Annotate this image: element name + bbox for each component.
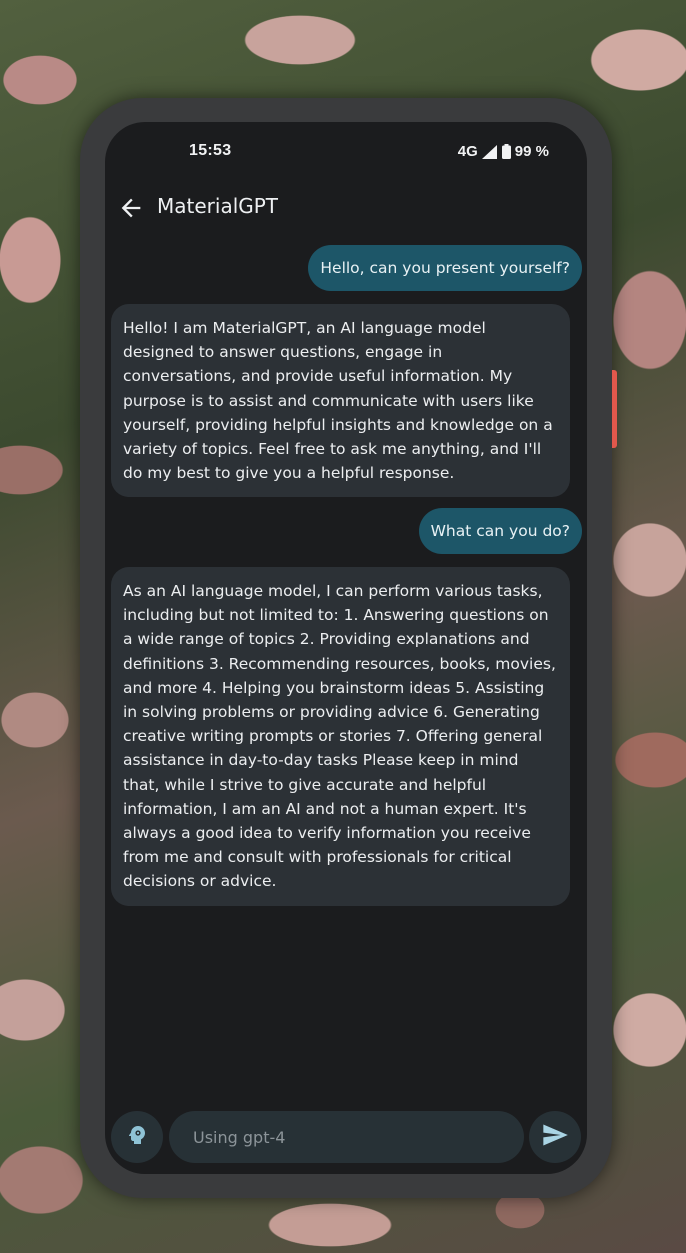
battery-icon: [501, 144, 511, 159]
user-message: Hello, can you present yourself?: [308, 245, 582, 292]
arrow-left-icon[interactable]: [117, 194, 145, 222]
head-gear-icon: [125, 1123, 149, 1151]
status-indicators: 4G 99 %: [458, 143, 549, 160]
signal-icon: [481, 144, 498, 159]
message-composer: [105, 1110, 587, 1164]
phone-screen: 15:53 4G 99 % MaterialGPT Hello, can you…: [105, 122, 587, 1174]
persona-button[interactable]: [111, 1111, 163, 1163]
prompt-input[interactable]: [169, 1111, 524, 1163]
send-button[interactable]: [529, 1111, 581, 1163]
assistant-message: As an AI language model, I can perform v…: [111, 567, 570, 906]
power-button: [612, 370, 617, 448]
status-bar: 15:53 4G 99 %: [105, 122, 587, 184]
network-label: 4G: [457, 143, 478, 160]
app-title: MaterialGPT: [157, 194, 279, 218]
status-time: 15:53: [189, 142, 232, 159]
user-message: What can you do?: [418, 508, 582, 555]
top-app-bar: MaterialGPT: [105, 184, 587, 232]
battery-level: 99 %: [514, 143, 549, 160]
assistant-message: Hello! I am MaterialGPT, an AI language …: [111, 304, 570, 498]
send-icon: [541, 1121, 569, 1153]
